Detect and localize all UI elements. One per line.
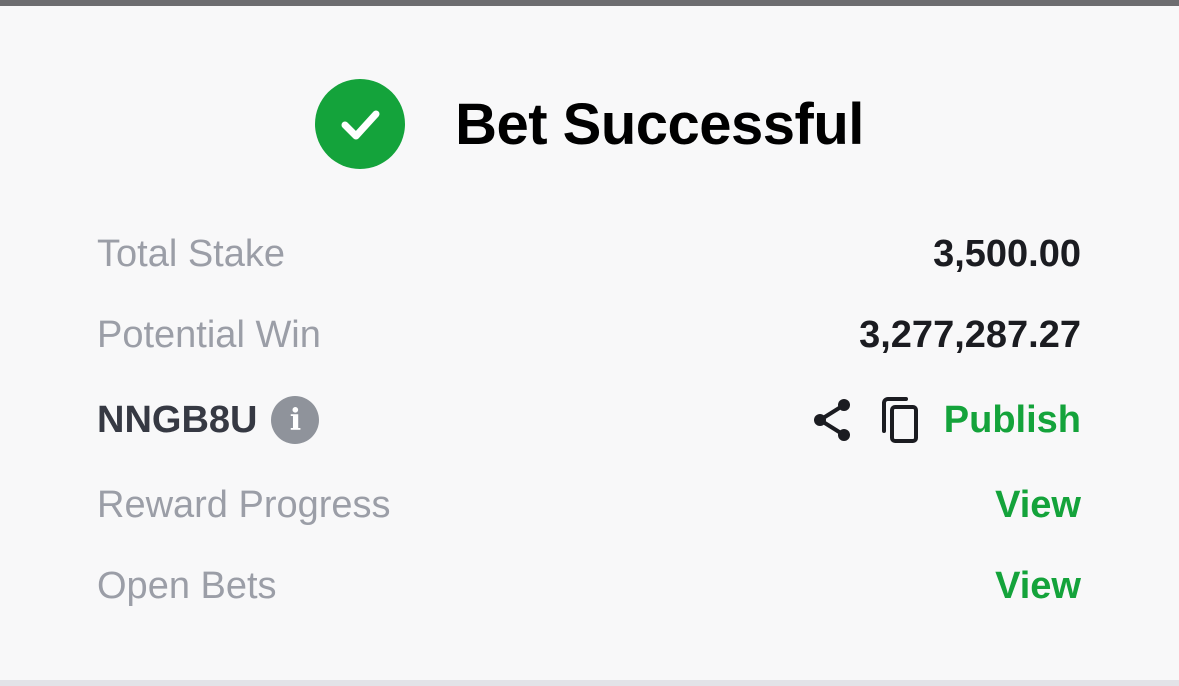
total-stake-label: Total Stake — [97, 232, 285, 275]
check-circle-icon — [315, 79, 406, 169]
potential-win-label: Potential Win — [97, 313, 321, 356]
total-stake-row: Total Stake 3,500.00 — [97, 224, 1081, 284]
success-header: Bet Successful — [0, 78, 1179, 170]
publish-button[interactable]: Publish — [944, 399, 1081, 442]
potential-win-value: 3,277,287.27 — [859, 313, 1081, 356]
booking-actions: Publish — [810, 395, 1081, 445]
open-bets-label: Open Bets — [97, 564, 277, 607]
booking-code: NNGB8U i — [97, 396, 320, 444]
copy-icon[interactable] — [878, 395, 920, 445]
open-bets-view-link[interactable]: View — [995, 565, 1081, 608]
info-icon[interactable]: i — [271, 396, 320, 444]
bet-success-sheet: Bet Successful Total Stake 3,500.00 Pote… — [0, 6, 1179, 680]
open-bets-row: Open Bets View — [97, 556, 1081, 616]
potential-win-row: Potential Win 3,277,287.27 — [97, 305, 1081, 365]
reward-progress-label: Reward Progress — [97, 483, 391, 526]
booking-code-row: NNGB8U i Publish — [97, 390, 1081, 450]
reward-progress-view-link[interactable]: View — [995, 484, 1081, 527]
reward-progress-row: Reward Progress View — [97, 475, 1081, 535]
total-stake-value: 3,500.00 — [933, 232, 1081, 275]
bottom-divider — [0, 680, 1179, 686]
share-icon[interactable] — [810, 396, 854, 444]
page-title: Bet Successful — [455, 91, 864, 157]
booking-code-text: NNGB8U — [97, 398, 258, 441]
